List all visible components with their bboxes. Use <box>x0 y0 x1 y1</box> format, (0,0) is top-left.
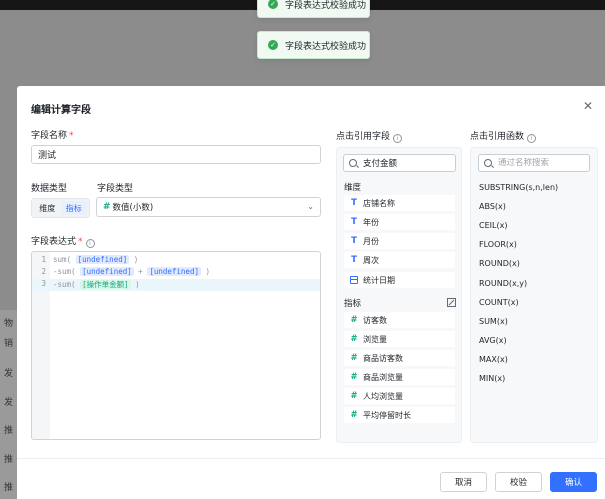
toast-text: 字段表达式校验成功 <box>285 41 367 52</box>
measure-field-chip[interactable]: # 浏览量 <box>344 331 455 347</box>
function-item[interactable]: AVG(x) <box>479 336 507 345</box>
hash-icon: # <box>350 391 358 401</box>
success-toast: ✓ 字段表达式校验成功 <box>257 31 370 59</box>
validate-button[interactable]: 校验 <box>495 472 542 492</box>
field-token[interactable]: [undefined] <box>80 267 134 276</box>
background-row: 发 <box>4 398 14 408</box>
data-type-measure[interactable]: 指标 <box>60 201 87 215</box>
measure-field-chip[interactable]: # 人均浏览量 <box>344 388 455 404</box>
confirm-button[interactable]: 确认 <box>550 472 597 492</box>
measure-field-chip[interactable]: # 平均停留时长 <box>344 407 455 423</box>
edit-calculated-field-dialog: 编辑计算字段 ✕ 字段名称 * 测试 数据类型 维度 指标 字段类型 # 数值(小… <box>17 86 605 499</box>
function-item[interactable]: SUM(x) <box>479 317 508 326</box>
check-circle-icon: ✓ <box>268 0 278 9</box>
measure-group-label: 指标 <box>344 299 362 309</box>
function-item[interactable]: SUBSTRING(s,n,len) <box>479 183 558 192</box>
editor-line-active[interactable]: 3 -sum( [操作单金额] ) <box>32 279 320 291</box>
calendar-icon <box>350 276 358 284</box>
close-icon[interactable]: ✕ <box>581 99 595 113</box>
function-item[interactable]: CEIL(x) <box>479 221 507 230</box>
data-type-label: 数据类型 <box>31 184 68 194</box>
hash-icon: # <box>350 334 358 344</box>
function-item[interactable]: ABS(x) <box>479 202 506 211</box>
dialog-title: 编辑计算字段 <box>31 105 91 116</box>
measure-field-chip[interactable]: # 商品浏览量 <box>344 369 455 385</box>
field-type-value: 数值(小数) <box>112 203 154 213</box>
field-name-label: 字段名称 * <box>31 131 74 141</box>
function-item[interactable]: ROUND(x,y) <box>479 279 527 288</box>
background-row: 推 <box>4 426 14 436</box>
field-token[interactable]: [undefined] <box>75 255 130 264</box>
chevron-down-icon: ⌄ <box>307 202 314 211</box>
search-icon <box>484 159 492 167</box>
background-row: 推 <box>4 483 14 493</box>
hash-icon: # <box>350 372 358 382</box>
text-icon: T <box>351 255 357 265</box>
function-search-input[interactable] <box>478 154 590 172</box>
dimension-group-label: 维度 <box>344 183 362 193</box>
function-item[interactable]: ROUND(x) <box>479 259 520 268</box>
field-name-input[interactable]: 测试 <box>31 145 321 164</box>
function-search-text[interactable] <box>498 158 578 168</box>
dimension-field-chip[interactable]: T 年份 <box>344 214 455 230</box>
expression-editor[interactable]: 1 sum( [undefined] ) 2 -sum( [undefined]… <box>31 251 321 440</box>
text-icon: T <box>351 198 357 208</box>
dimension-field-chip[interactable]: 统计日期 <box>344 272 455 288</box>
function-item[interactable]: MAX(x) <box>479 355 508 364</box>
edit-square-icon[interactable] <box>447 298 456 307</box>
editor-line[interactable]: 2 -sum( [undefined] + [undefined] ) <box>32 267 320 279</box>
field-search-input[interactable] <box>343 154 456 172</box>
function-item[interactable]: MIN(x) <box>479 374 505 383</box>
function-item[interactable]: COUNT(x) <box>479 298 519 307</box>
hash-icon: # <box>103 202 111 212</box>
expression-label: 字段表达式 * i <box>31 234 95 248</box>
footer-divider <box>17 458 605 459</box>
dimension-field-chip[interactable]: T 店铺名称 <box>344 195 455 211</box>
functions-panel: SUBSTRING(s,n,len) ABS(x) CEIL(x) FLOOR(… <box>470 147 598 443</box>
check-circle-icon: ✓ <box>268 40 278 50</box>
functions-panel-title: 点击引用函数 i <box>470 129 537 143</box>
hash-icon: # <box>350 315 358 325</box>
measure-field-chip[interactable]: # 商品访客数 <box>344 350 455 366</box>
function-item[interactable]: FLOOR(x) <box>479 240 517 249</box>
background-row: 销 <box>4 339 14 349</box>
hash-icon: # <box>350 410 358 420</box>
field-token[interactable]: [操作单金额] <box>80 280 131 289</box>
info-icon[interactable]: i <box>393 134 403 143</box>
editor-line[interactable]: 1 sum( [undefined] ) <box>32 255 320 267</box>
search-icon <box>349 159 357 167</box>
success-toast: ✓ 字段表达式校验成功 <box>257 0 370 18</box>
fields-panel-title: 点击引用字段 i <box>336 129 403 143</box>
field-type-label: 字段类型 <box>97 184 134 194</box>
dimension-field-chip[interactable]: T 月份 <box>344 233 455 249</box>
cancel-button[interactable]: 取消 <box>440 472 487 492</box>
text-icon: T <box>351 217 357 227</box>
info-icon[interactable]: i <box>527 134 537 143</box>
data-type-toggle: 维度 指标 <box>31 198 90 218</box>
field-type-select[interactable]: # 数值(小数) ⌄ <box>96 197 321 217</box>
hash-icon: # <box>350 353 358 363</box>
text-icon: T <box>351 236 357 246</box>
measure-field-chip[interactable]: # 访客数 <box>344 312 455 328</box>
background-row: 物 <box>4 319 14 329</box>
background-table: 物 销 发 发 推 推 推 <box>0 310 18 499</box>
background-row: 推 <box>4 455 14 465</box>
field-token[interactable]: [undefined] <box>147 267 201 276</box>
background-row: 发 <box>4 369 14 379</box>
field-search-text[interactable] <box>363 158 443 168</box>
toast-text: 字段表达式校验成功 <box>285 0 367 11</box>
fields-panel: 维度 T店铺名称 T年份 T月份 T周次 统计日期 指标 #访客数 #浏览量 #… <box>336 147 462 443</box>
dimension-field-chip[interactable]: T 周次 <box>344 252 455 268</box>
data-type-dimension[interactable]: 维度 <box>34 201 61 215</box>
info-icon[interactable]: i <box>85 239 95 248</box>
